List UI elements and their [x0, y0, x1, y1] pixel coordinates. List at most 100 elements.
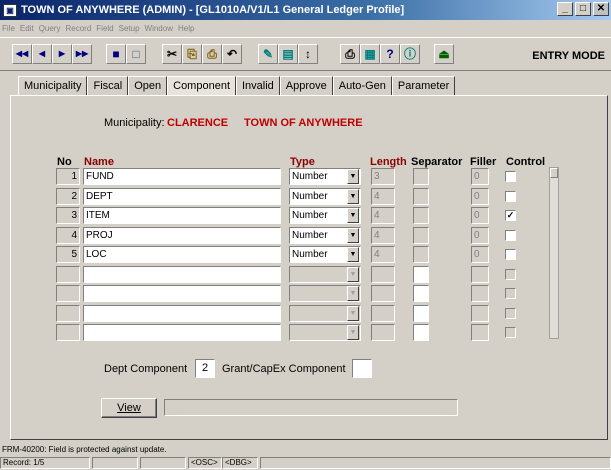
- print-button[interactable]: ⎙: [340, 44, 360, 64]
- undo-button[interactable]: ↶: [222, 44, 242, 64]
- calculator-button[interactable]: ▦: [360, 44, 380, 64]
- row-filler-field[interactable]: 0: [471, 168, 489, 185]
- vertical-scrollbar[interactable]: [549, 167, 559, 339]
- row-control-checkbox[interactable]: ✓: [505, 210, 516, 221]
- exit-button[interactable]: ⏏: [434, 44, 454, 64]
- type-dropdown-arrow-icon[interactable]: ▼: [347, 189, 359, 204]
- save-button[interactable]: ■: [106, 44, 126, 64]
- tab-invalid[interactable]: Invalid: [236, 76, 280, 95]
- menu-field[interactable]: Field: [96, 24, 113, 33]
- type-dropdown-arrow-icon[interactable]: ▼: [347, 228, 359, 243]
- row-filler-field[interactable]: [471, 324, 489, 341]
- row-control-checkbox[interactable]: [505, 308, 516, 319]
- last-record-button[interactable]: ▶▶: [72, 44, 92, 64]
- tab-component[interactable]: Component: [167, 76, 236, 95]
- row-name-field[interactable]: PROJ: [83, 227, 281, 244]
- list-button[interactable]: ▤: [278, 44, 298, 64]
- type-dropdown-arrow-icon[interactable]: ▼: [347, 208, 359, 223]
- row-length-field[interactable]: [371, 285, 395, 302]
- row-name-field[interactable]: LOC: [83, 246, 281, 263]
- row-name-field[interactable]: [83, 285, 281, 302]
- menu-query[interactable]: Query: [39, 24, 61, 33]
- cut-button[interactable]: ✂: [162, 44, 182, 64]
- info-button[interactable]: ⓘ: [400, 44, 420, 64]
- tab-fiscal[interactable]: Fiscal: [87, 76, 129, 95]
- type-dropdown-arrow-icon[interactable]: ▼: [347, 306, 359, 321]
- view-button[interactable]: View: [101, 398, 157, 418]
- close-button[interactable]: ✕: [593, 2, 609, 16]
- row-separator-field[interactable]: [413, 324, 429, 341]
- menu-window[interactable]: Window: [145, 24, 173, 33]
- row-length-field[interactable]: 3: [371, 168, 395, 185]
- type-dropdown-arrow-icon[interactable]: ▼: [347, 267, 359, 282]
- maximize-button[interactable]: □: [575, 2, 591, 16]
- tab-strip: Municipality Fiscal Open Component Inval…: [18, 76, 456, 95]
- status-cell-rest: [260, 457, 611, 469]
- municipality-label: Municipality:: [104, 117, 165, 129]
- row-separator-field[interactable]: [413, 207, 429, 224]
- row-control-checkbox[interactable]: [505, 269, 516, 280]
- row-separator-field[interactable]: [413, 168, 429, 185]
- row-separator-field[interactable]: [413, 188, 429, 205]
- row-control-checkbox[interactable]: [505, 288, 516, 299]
- tab-approve[interactable]: Approve: [279, 76, 333, 95]
- scroll-thumb[interactable]: [550, 168, 558, 178]
- minimize-button[interactable]: _: [557, 2, 573, 16]
- row-name-field[interactable]: FUND: [83, 168, 281, 185]
- type-dropdown-arrow-icon[interactable]: ▼: [347, 325, 359, 340]
- menu-file[interactable]: File: [2, 24, 15, 33]
- first-record-button[interactable]: ◀◀: [12, 44, 32, 64]
- row-name-field[interactable]: [83, 266, 281, 283]
- row-control-checkbox[interactable]: [505, 191, 516, 202]
- tab-parameter[interactable]: Parameter: [391, 76, 456, 95]
- row-control-checkbox[interactable]: [505, 327, 516, 338]
- grant-capex-component-field[interactable]: [352, 359, 372, 378]
- tab-auto-gen[interactable]: Auto-Gen: [332, 76, 392, 95]
- row-name-field[interactable]: DEPT: [83, 188, 281, 205]
- row-filler-field[interactable]: 0: [471, 207, 489, 224]
- row-filler-field[interactable]: 0: [471, 188, 489, 205]
- new-record-button[interactable]: □: [126, 44, 146, 64]
- paste-button[interactable]: ⎙: [202, 44, 222, 64]
- row-length-field[interactable]: 4: [371, 188, 395, 205]
- row-number: 4: [56, 227, 80, 244]
- row-filler-field[interactable]: 0: [471, 227, 489, 244]
- type-dropdown-arrow-icon[interactable]: ▼: [347, 247, 359, 262]
- row-separator-field[interactable]: [413, 227, 429, 244]
- menu-edit[interactable]: Edit: [20, 24, 34, 33]
- row-separator-field[interactable]: [413, 266, 429, 283]
- row-control-checkbox[interactable]: [505, 230, 516, 241]
- tab-open[interactable]: Open: [128, 76, 168, 95]
- row-length-field[interactable]: 4: [371, 246, 395, 263]
- tab-municipality[interactable]: Municipality: [18, 76, 88, 95]
- menu-setup[interactable]: Setup: [119, 24, 140, 33]
- sort-button[interactable]: ↕: [298, 44, 318, 64]
- type-dropdown-arrow-icon[interactable]: ▼: [347, 169, 359, 184]
- prev-record-button[interactable]: ◀: [32, 44, 52, 64]
- menu-help[interactable]: Help: [178, 24, 194, 33]
- row-length-field[interactable]: 4: [371, 207, 395, 224]
- help-button[interactable]: ?: [380, 44, 400, 64]
- row-control-checkbox[interactable]: [505, 249, 516, 260]
- edit-button[interactable]: ✎: [258, 44, 278, 64]
- row-name-field[interactable]: ITEM: [83, 207, 281, 224]
- type-dropdown-arrow-icon[interactable]: ▼: [347, 286, 359, 301]
- menu-record[interactable]: Record: [65, 24, 91, 33]
- row-name-field[interactable]: [83, 305, 281, 322]
- row-filler-field[interactable]: [471, 266, 489, 283]
- row-filler-field[interactable]: 0: [471, 246, 489, 263]
- next-record-button[interactable]: ▶: [52, 44, 72, 64]
- row-length-field[interactable]: [371, 266, 395, 283]
- row-separator-field[interactable]: [413, 305, 429, 322]
- row-filler-field[interactable]: [471, 305, 489, 322]
- row-separator-field[interactable]: [413, 285, 429, 302]
- row-length-field[interactable]: 4: [371, 227, 395, 244]
- row-length-field[interactable]: [371, 324, 395, 341]
- copy-button[interactable]: ⎘: [182, 44, 202, 64]
- row-control-checkbox[interactable]: [505, 171, 516, 182]
- row-name-field[interactable]: [83, 324, 281, 341]
- dept-component-field[interactable]: 2: [195, 359, 215, 378]
- row-length-field[interactable]: [371, 305, 395, 322]
- row-separator-field[interactable]: [413, 246, 429, 263]
- row-filler-field[interactable]: [471, 285, 489, 302]
